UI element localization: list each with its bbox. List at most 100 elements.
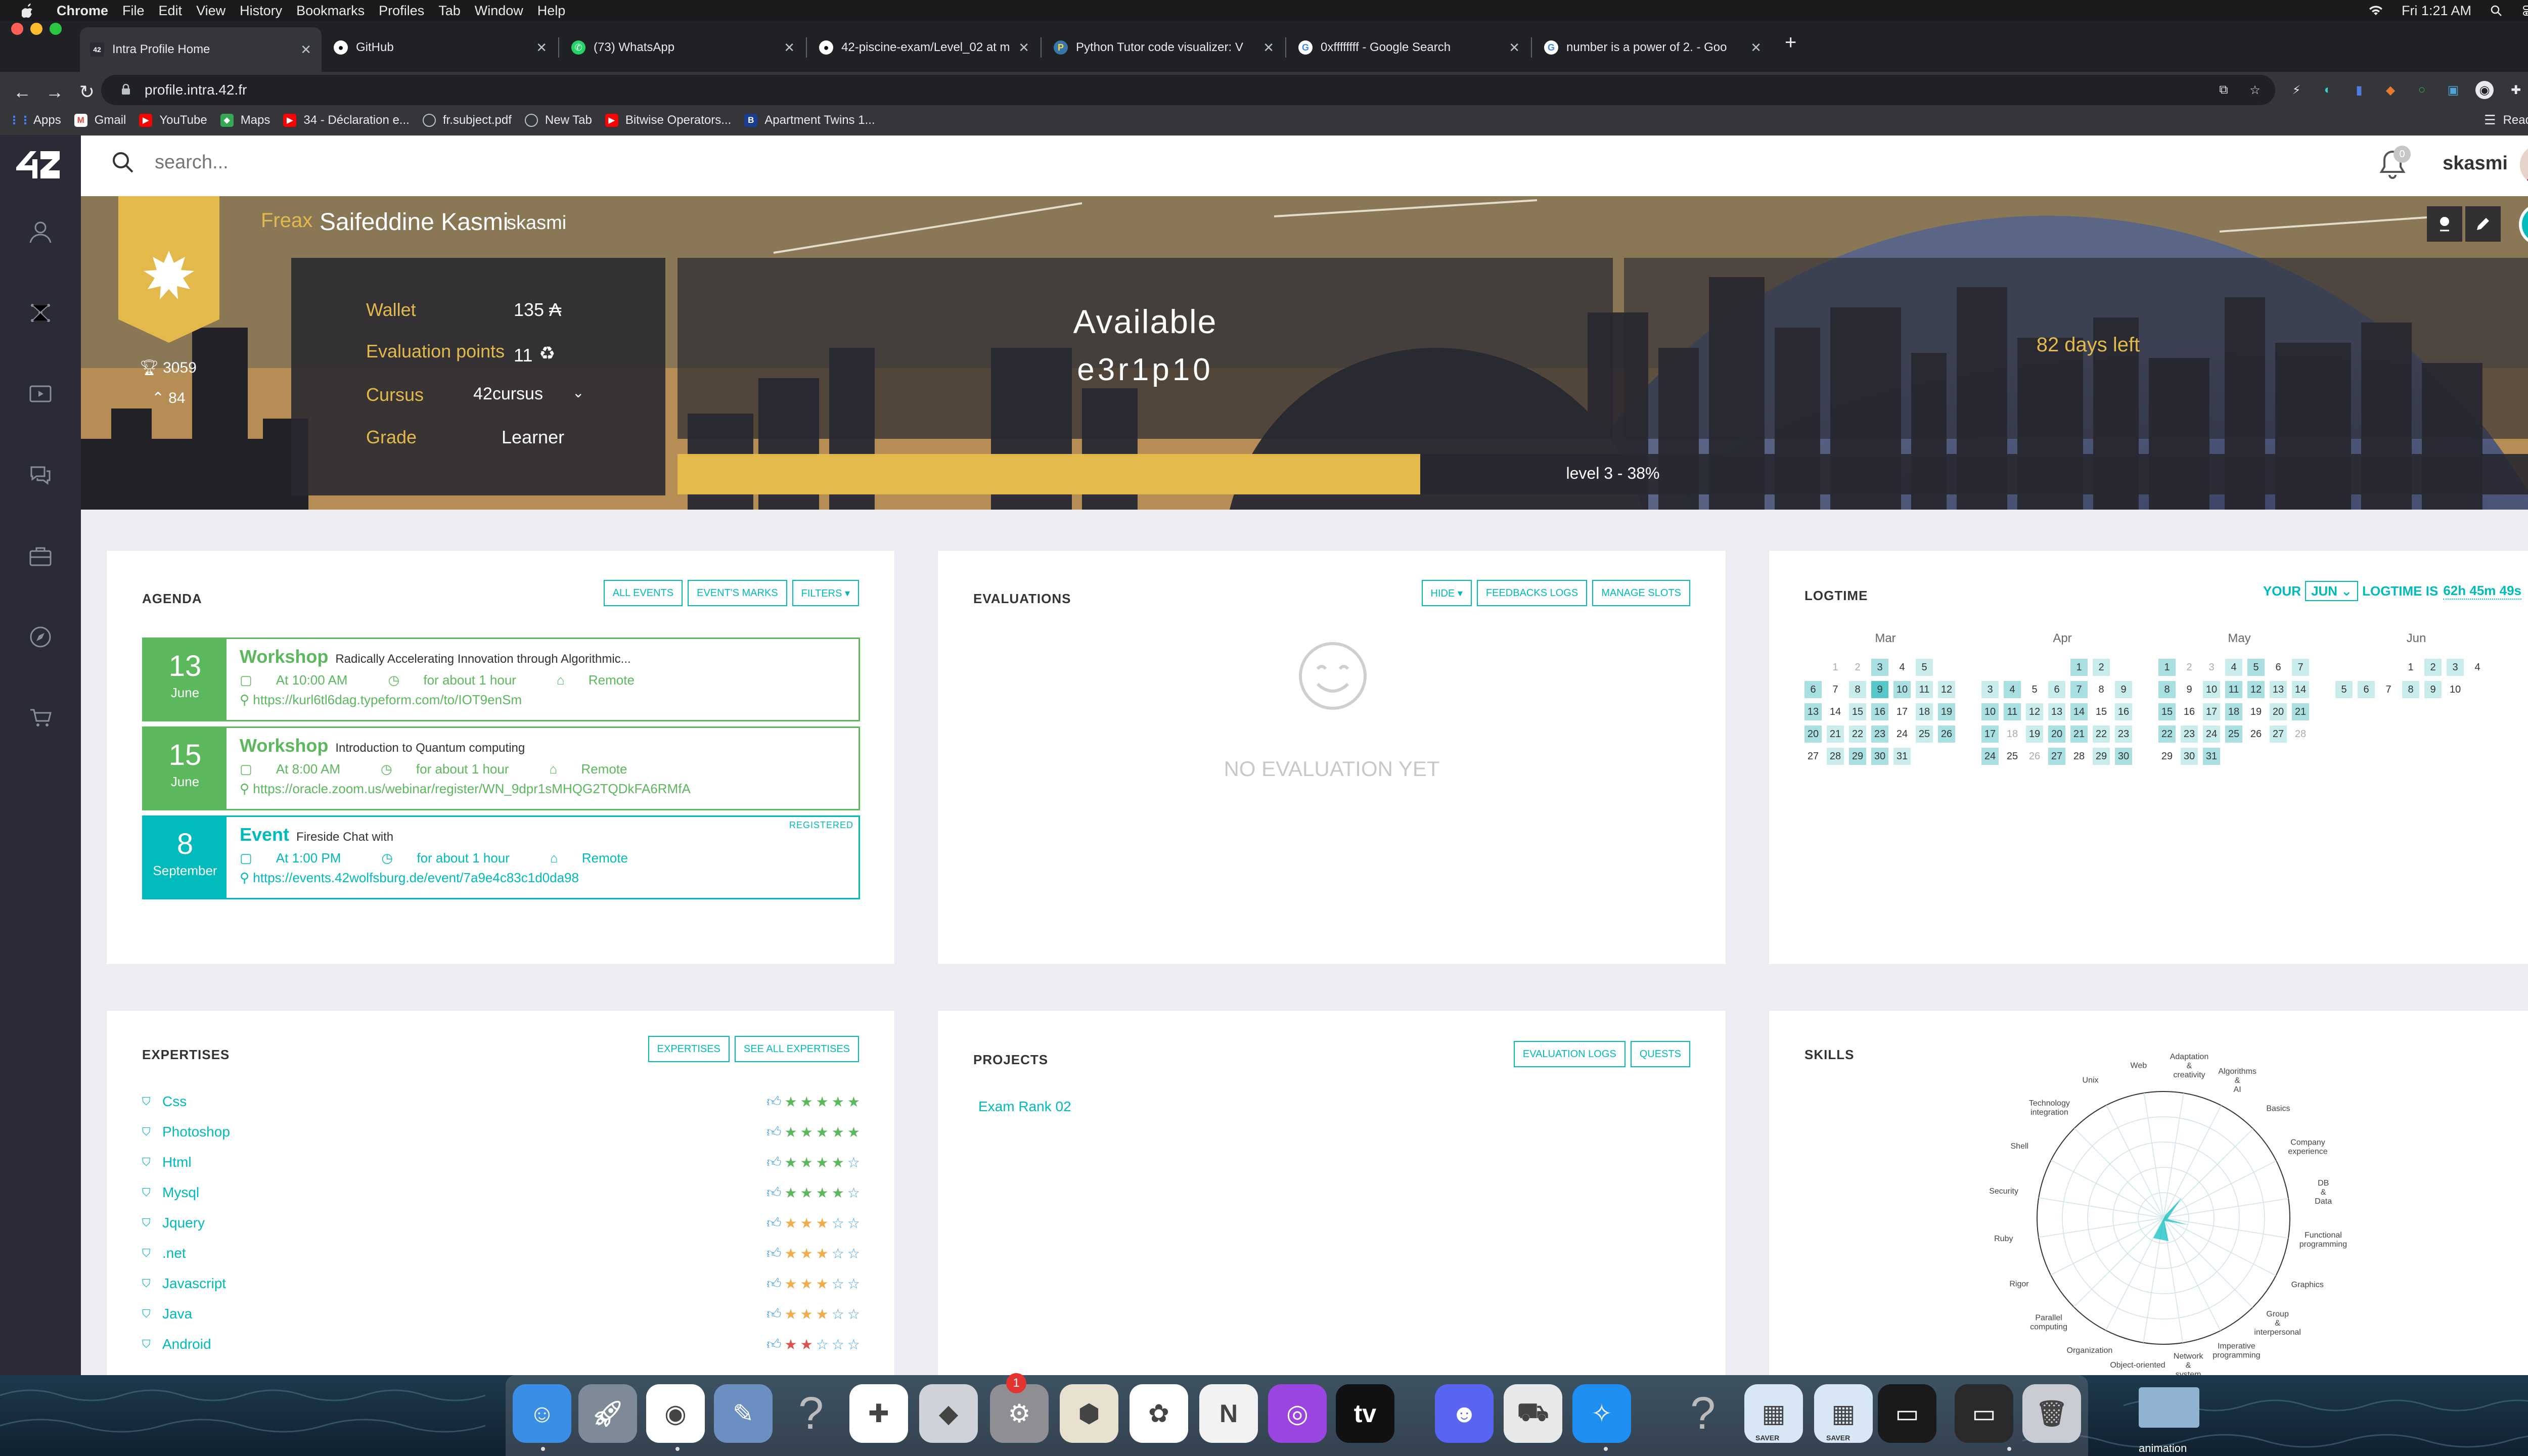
calendar-day[interactable]: 15	[2158, 703, 2176, 720]
tab-python-tutor[interactable]: P Python Tutor code visualizer: V ✕	[1044, 27, 1284, 68]
launchpad-icon[interactable]: 🚀︎	[578, 1384, 637, 1443]
project-exam-rank-02[interactable]: Exam Rank 02	[978, 1099, 1071, 1115]
calendar-day[interactable]: 8	[2093, 681, 2110, 698]
calendar-day[interactable]: 20	[2048, 725, 2065, 743]
menu-clock[interactable]: Fri 1:21 AM	[2402, 3, 2471, 19]
calendar-day[interactable]: 23	[2115, 725, 2132, 743]
briefcase-icon[interactable]	[26, 542, 55, 570]
calendar-day[interactable]: 11	[1916, 681, 1933, 698]
calendar-day[interactable]: 16	[2181, 703, 2198, 720]
calendar-day[interactable]: 17	[1893, 703, 1911, 720]
calendar-day[interactable]: 18	[1916, 703, 1933, 720]
expertise-row[interactable]: ⛉ Java 👍︎ ★ ★ ★ ☆ ☆	[142, 1299, 860, 1329]
calendar-day[interactable]: 3	[1981, 681, 1999, 698]
bookmark-apartment[interactable]: B Apartment Twins 1...	[744, 113, 875, 127]
menu-profiles[interactable]: Profiles	[379, 3, 424, 19]
calendar-day[interactable]: 7	[1827, 681, 1844, 698]
location-pin-icon[interactable]	[2427, 206, 2462, 242]
thumbs-up-icon[interactable]: 👍︎	[766, 1123, 781, 1141]
calendar-day[interactable]: 19	[2247, 703, 2265, 720]
calendar-day[interactable]: 11	[2225, 681, 2242, 698]
system-preferences-icon[interactable]: ⚙	[990, 1384, 1049, 1443]
event-url[interactable]: https://events.42wolfsburg.de/event/7a9e…	[253, 870, 579, 885]
calendar-day[interactable]: 22	[1849, 725, 1866, 743]
tab-github[interactable]: ● GitHub ✕	[324, 27, 557, 68]
thumbs-up-icon[interactable]: 👍︎	[766, 1214, 781, 1232]
calendar-day[interactable]: 29	[2093, 748, 2110, 765]
calendar-day[interactable]: 9	[2115, 681, 2132, 698]
calendar-day[interactable]: 22	[2093, 725, 2110, 743]
calendar-day[interactable]: 27	[2048, 748, 2065, 765]
expertise-name[interactable]: Html	[162, 1154, 763, 1170]
control-center-icon[interactable]	[2522, 5, 2528, 16]
tab-piscine-exam[interactable]: ● 42-piscine-exam/Level_02 at m ✕	[809, 27, 1040, 68]
event-marks-button[interactable]: EVENT'S MARKS	[688, 580, 787, 606]
menu-bookmarks[interactable]: Bookmarks	[296, 3, 365, 19]
edge-extension-icon[interactable]: ◐	[2319, 81, 2337, 99]
calendar-day[interactable]: 12	[2247, 681, 2265, 698]
calendar-day[interactable]: 18	[2004, 725, 2021, 743]
compass-icon[interactable]	[26, 623, 55, 651]
calendar-day[interactable]: 22	[2158, 725, 2176, 743]
logtime-month-select[interactable]: JUN ⌄	[2305, 581, 2359, 601]
window-thumb-icon[interactable]: ▭	[1878, 1384, 1936, 1443]
trash-icon[interactable]: 🗑︎	[2022, 1384, 2081, 1443]
chrome-icon[interactable]: ◉	[646, 1384, 705, 1443]
close-tab-icon[interactable]: ✕	[536, 40, 547, 56]
calendar-day[interactable]: 30	[2181, 748, 2198, 765]
calendar-day[interactable]: 25	[2004, 748, 2021, 765]
calendar-day[interactable]: 17	[1981, 725, 1999, 743]
bookmark-maps[interactable]: ⬥ Maps	[220, 113, 270, 127]
calendar-day[interactable]: 10	[2447, 681, 2464, 698]
chevron-down-icon[interactable]: ⌄	[572, 384, 584, 401]
calendar-day[interactable]: 9	[2424, 681, 2442, 698]
bookmark-declaration[interactable]: ▶ 34 - Déclaration e...	[283, 113, 410, 127]
calendar-day[interactable]: 10	[1981, 703, 1999, 720]
calendar-day[interactable]: 24	[1981, 748, 1999, 765]
wifi-icon[interactable]	[2368, 5, 2383, 16]
circle-extension-icon[interactable]: ◉	[2475, 81, 2494, 99]
calendar-day[interactable]: 10	[2203, 681, 2220, 698]
safari-icon[interactable]: ✧	[1572, 1384, 1631, 1443]
calendar-day[interactable]: 14	[2292, 681, 2309, 698]
menu-help[interactable]: Help	[537, 3, 566, 19]
expertise-name[interactable]: Jquery	[162, 1215, 763, 1231]
filters-button[interactable]: FILTERS ▾	[792, 580, 859, 606]
calendar-day[interactable]: 2	[1849, 659, 1866, 676]
calendar-day[interactable]: 6	[2048, 681, 2065, 698]
maps-icon[interactable]: ⬢	[1060, 1384, 1118, 1443]
calendar-day[interactable]: 13	[2048, 703, 2065, 720]
back-icon[interactable]: ←	[12, 81, 32, 103]
close-tab-icon[interactable]: ✕	[1263, 40, 1274, 56]
calendar-day[interactable]: 26	[1938, 725, 1955, 743]
fox-extension-icon[interactable]: ◆	[2381, 81, 2400, 99]
calendar-day[interactable]: 24	[1893, 725, 1911, 743]
menu-view[interactable]: View	[196, 3, 225, 19]
calendar-day[interactable]: 23	[1871, 725, 1888, 743]
all-events-button[interactable]: ALL EVENTS	[603, 580, 683, 606]
expertise-name[interactable]: Java	[162, 1306, 763, 1322]
expertise-name[interactable]: Javascript	[162, 1276, 763, 1292]
tab-whatsapp[interactable]: ✆ (73) WhatsApp ✕	[561, 27, 805, 68]
evaluation-logs-button[interactable]: EVALUATION LOGS	[1513, 1041, 1626, 1067]
apple-tv-icon[interactable]: tv	[1336, 1384, 1394, 1443]
thumbs-up-icon[interactable]: 👍︎	[766, 1245, 781, 1262]
calendar-day[interactable]: 30	[1871, 748, 1888, 765]
expertise-row[interactable]: ⛉ Photoshop 👍︎ ★ ★ ★ ★ ★	[142, 1117, 860, 1147]
calendar-day[interactable]: 28	[2292, 725, 2309, 743]
calendar-day[interactable]: 3	[2447, 659, 2464, 676]
calendar-day[interactable]: 9	[2181, 681, 2198, 698]
discord-icon[interactable]: ☻	[1435, 1384, 1494, 1443]
calendar-day[interactable]: 17	[2203, 703, 2220, 720]
menu-app-name[interactable]: Chrome	[57, 3, 108, 19]
animation-folder-icon[interactable]	[2139, 1387, 2199, 1428]
calendar-day[interactable]: 20	[2270, 703, 2287, 720]
reload-icon[interactable]: ↻	[77, 81, 97, 103]
calendar-day[interactable]: 2	[2424, 659, 2442, 676]
calendar-day[interactable]: 13	[1804, 703, 1822, 720]
boot-camp-icon[interactable]: ◆	[919, 1384, 978, 1443]
calendar-day[interactable]: 1	[1827, 659, 1844, 676]
calendar-day[interactable]: 7	[2070, 681, 2088, 698]
calendar-day[interactable]: 3	[1871, 659, 1888, 676]
calendar-day[interactable]: 16	[2115, 703, 2132, 720]
